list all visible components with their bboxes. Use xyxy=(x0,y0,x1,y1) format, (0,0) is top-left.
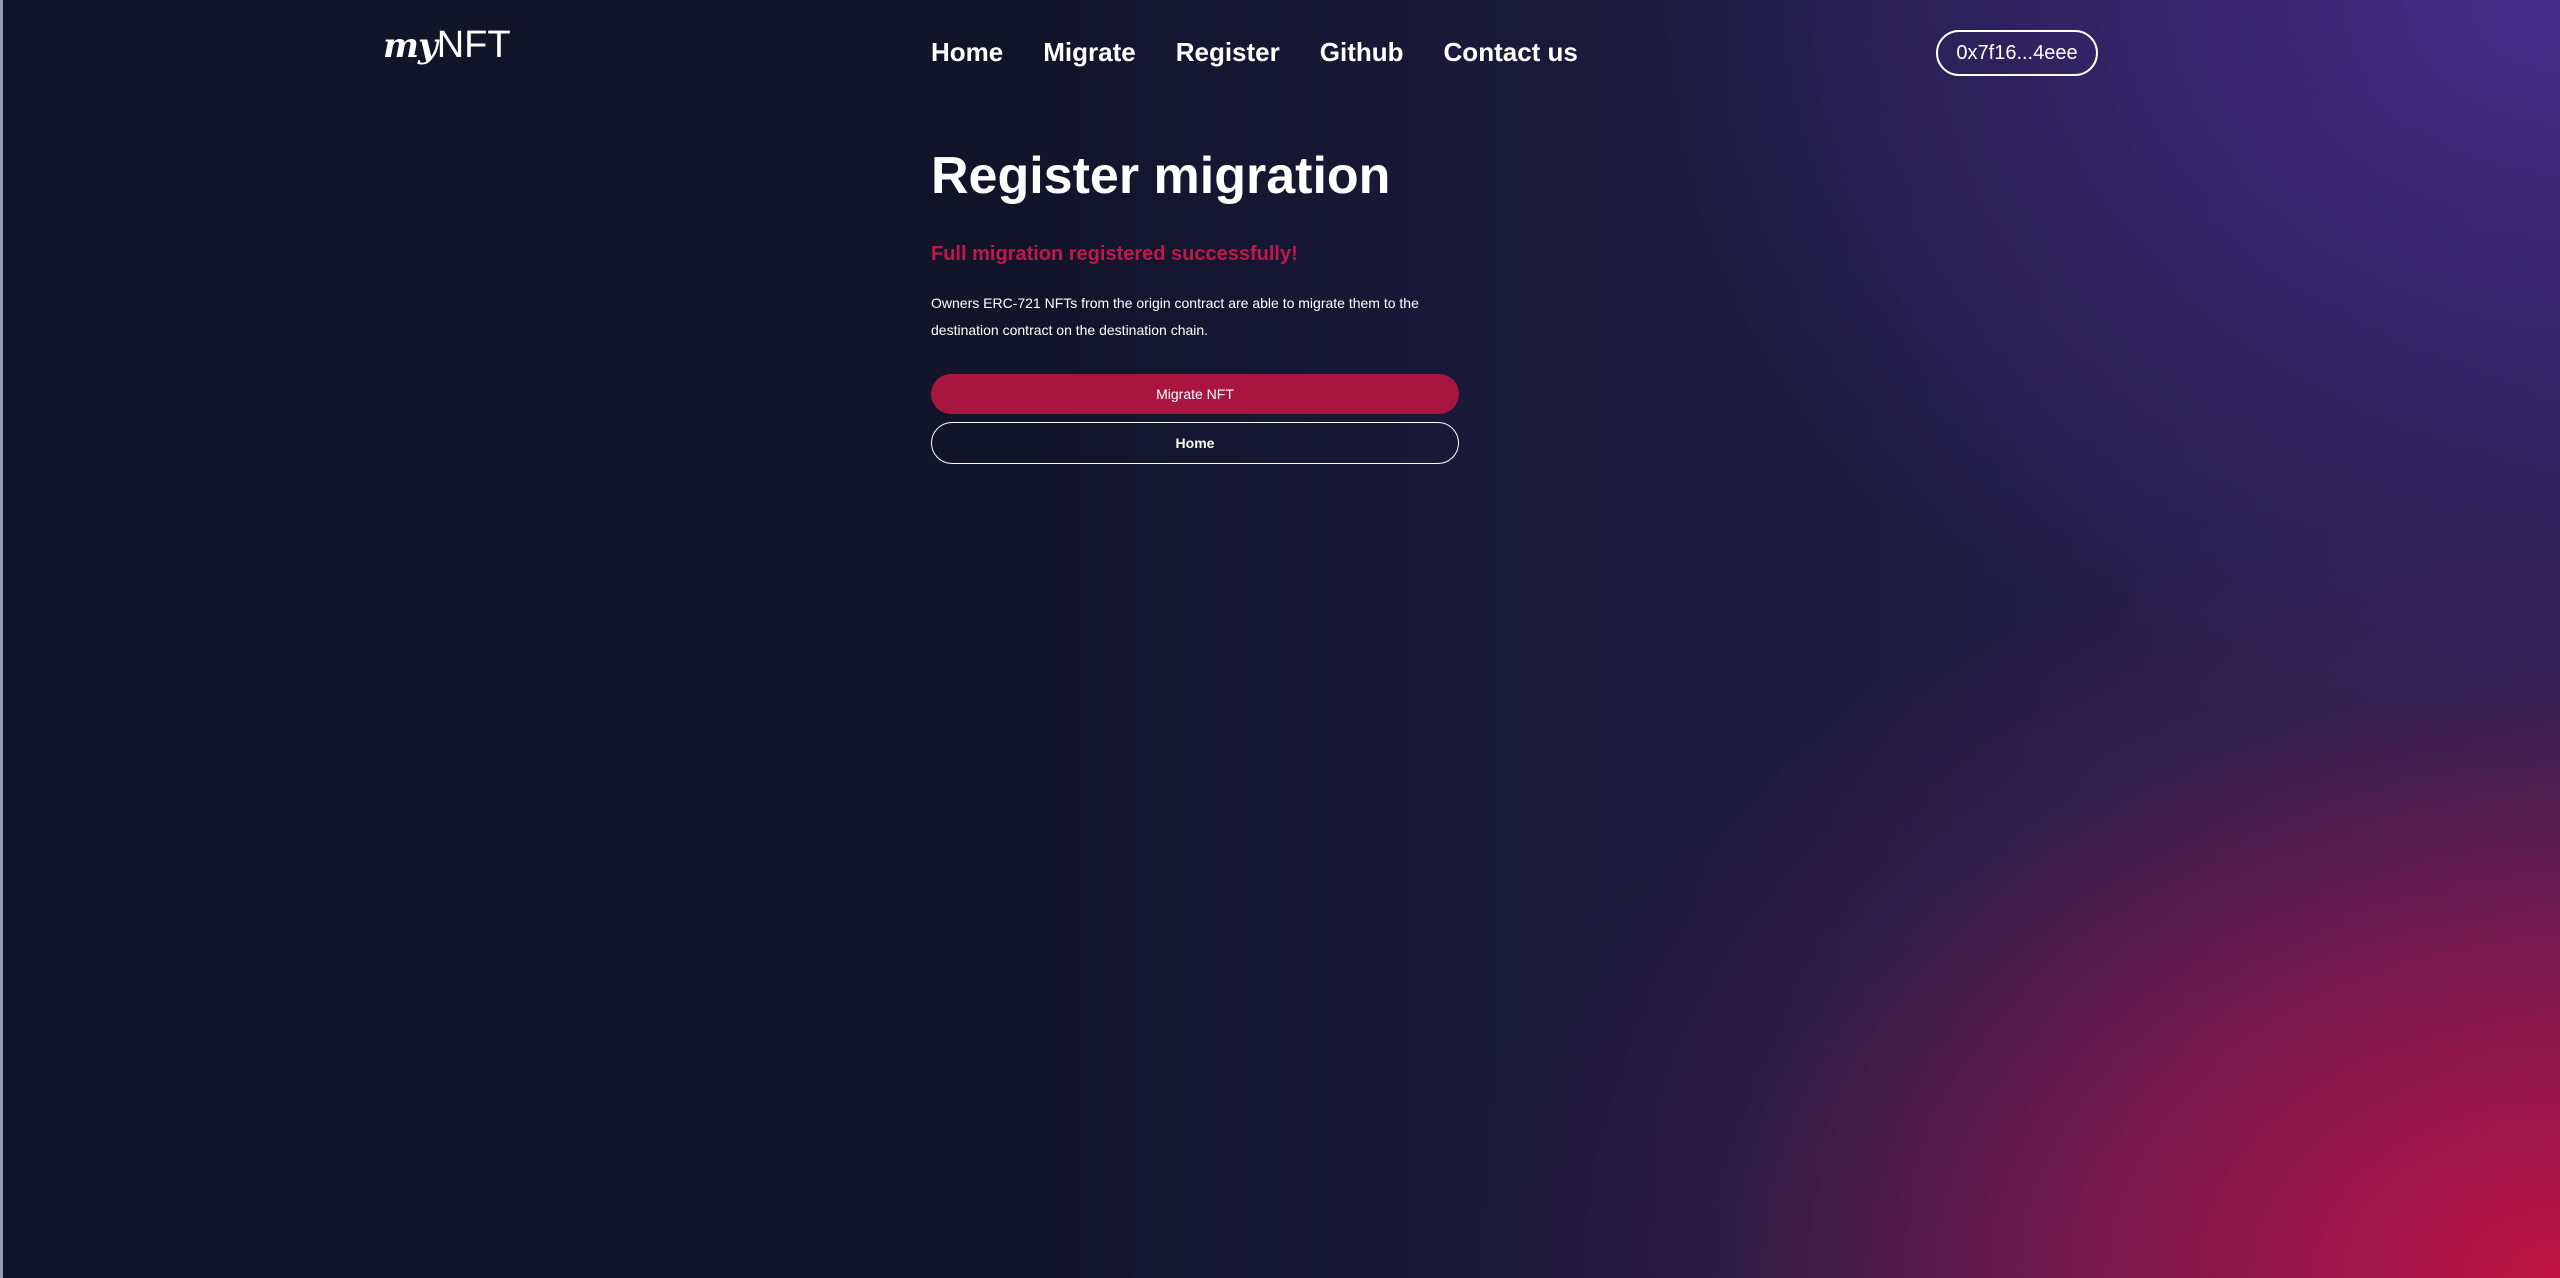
nav-contact-us[interactable]: Contact us xyxy=(1444,36,1578,68)
logo-my: my xyxy=(383,26,438,66)
page-title: Register migration xyxy=(931,147,1391,205)
logo-nft: NFT xyxy=(436,24,511,66)
success-message: Full migration registered successfully! xyxy=(931,243,1298,265)
page: my NFT Home Migrate Register Github Cont… xyxy=(0,0,2560,1278)
logo[interactable]: my NFT xyxy=(383,24,511,67)
nav-register[interactable]: Register xyxy=(1176,36,1280,68)
nav-migrate[interactable]: Migrate xyxy=(1043,36,1135,68)
wallet-address-button[interactable]: 0x7f16...4eee xyxy=(1936,30,2098,76)
nav-home[interactable]: Home xyxy=(931,36,1003,68)
migrate-nft-button[interactable]: Migrate NFT xyxy=(931,374,1459,414)
main-nav: Home Migrate Register Github Contact us xyxy=(931,36,1618,68)
main-content: Register migration Full migration regist… xyxy=(931,144,1459,464)
home-button[interactable]: Home xyxy=(931,422,1459,464)
nav-github[interactable]: Github xyxy=(1320,36,1404,68)
description-text: Owners ERC-721 NFTs from the origin cont… xyxy=(931,295,1419,338)
